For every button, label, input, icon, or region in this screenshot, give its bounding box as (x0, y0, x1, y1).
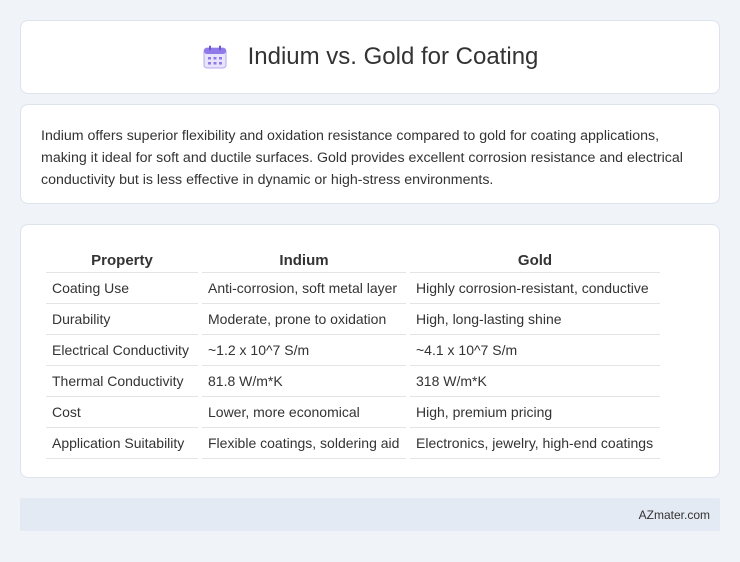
table-cell: Electronics, jewelry, high-end coatings (410, 428, 660, 459)
table-cell: Application Suitability (46, 428, 198, 459)
footer-brand: AZmater.com (638, 507, 710, 522)
table-cell: ~1.2 x 10^7 S/m (202, 335, 406, 366)
table-cell: Flexible coatings, soldering aid (202, 428, 406, 459)
calendar-icon (203, 45, 227, 69)
column-header: Indium (202, 247, 406, 273)
table-cell: High, long-lasting shine (410, 304, 660, 335)
column-header: Property (46, 247, 198, 273)
comparison-table-card: Property Indium Gold Coating Use Anti-co… (20, 224, 720, 478)
table-row: Thermal Conductivity 81.8 W/m*K 318 W/m*… (46, 366, 660, 397)
table-cell: Cost (46, 397, 198, 428)
table-cell: 318 W/m*K (410, 366, 660, 397)
table-cell: ~4.1 x 10^7 S/m (410, 335, 660, 366)
table-cell: Electrical Conductivity (46, 335, 198, 366)
table-cell: Moderate, prone to oxidation (202, 304, 406, 335)
description-text: Indium offers superior flexibility and o… (41, 128, 683, 188)
comparison-table: Property Indium Gold Coating Use Anti-co… (42, 247, 664, 459)
table-cell: Thermal Conductivity (46, 366, 198, 397)
table-row: Application Suitability Flexible coating… (46, 428, 660, 459)
table-cell: 81.8 W/m*K (202, 366, 406, 397)
table-row: Durability Moderate, prone to oxidation … (46, 304, 660, 335)
table-header-row: Property Indium Gold (46, 247, 660, 273)
column-header: Gold (410, 247, 660, 273)
table-cell: Coating Use (46, 273, 198, 304)
table-cell: Highly corrosion-resistant, conductive (410, 273, 660, 304)
description-card: Indium offers superior flexibility and o… (20, 104, 720, 204)
table-cell: Anti-corrosion, soft metal layer (202, 273, 406, 304)
page-title: Indium vs. Gold for Coating (247, 43, 539, 70)
title-card: Indium vs. Gold for Coating (20, 20, 720, 94)
table-row: Cost Lower, more economical High, premiu… (46, 397, 660, 428)
table-row: Coating Use Anti-corrosion, soft metal l… (46, 273, 660, 304)
footer: AZmater.com (20, 498, 720, 531)
table-row: Electrical Conductivity ~1.2 x 10^7 S/m … (46, 335, 660, 366)
table-cell: Lower, more economical (202, 397, 406, 428)
table-cell: High, premium pricing (410, 397, 660, 428)
table-cell: Durability (46, 304, 198, 335)
